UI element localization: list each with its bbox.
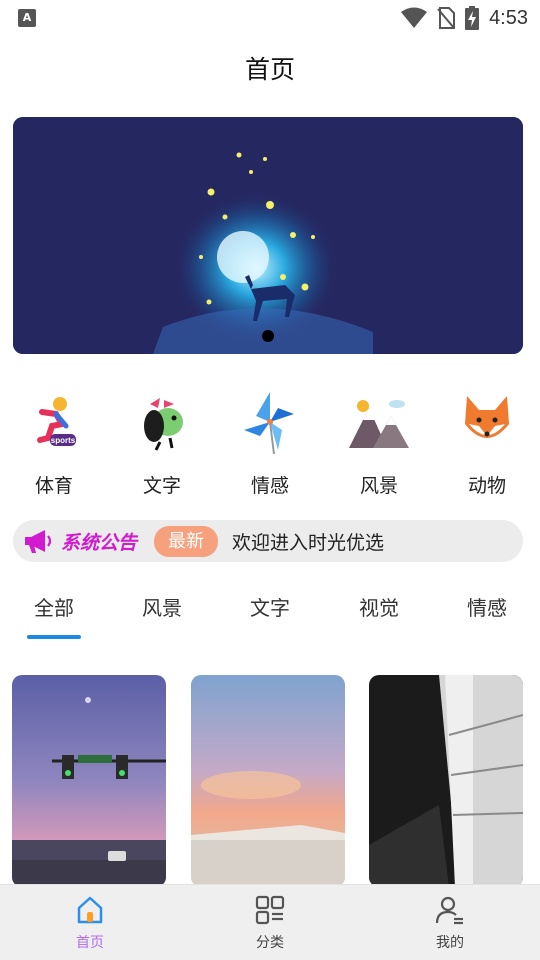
category-row: sports 体育 文字 情感 风景 动物 (0, 390, 540, 500)
subway-station-photo (369, 675, 523, 887)
mountain-icon (349, 400, 409, 448)
status-icons: 4:53 (401, 4, 528, 32)
category-text[interactable]: 文字 (122, 390, 202, 498)
svg-text:sports: sports (51, 436, 76, 445)
no-sim-icon (437, 7, 456, 29)
category-label: 情感 (250, 475, 289, 497)
category-label: 动物 (467, 475, 506, 497)
tab-text[interactable]: 文字 (230, 592, 310, 621)
category-animals[interactable]: 动物 (447, 390, 527, 498)
fox-icon (465, 396, 509, 438)
megaphone-icon (25, 530, 52, 553)
category-label: 体育 (34, 475, 73, 497)
announcement-bar[interactable]: 系统公告 最新 欢迎进入时光优选 (13, 520, 523, 562)
status-bar: A 4:53 (0, 0, 540, 36)
announcement-title: 系统公告 (61, 532, 138, 554)
wallpaper-card[interactable] (191, 675, 345, 887)
content-tabs: 全部 风景 文字 视觉 情感 (0, 592, 540, 642)
tab-emotion[interactable]: 情感 (447, 592, 527, 621)
tab-all[interactable]: 全部 (14, 592, 94, 621)
pinwheel-icon (244, 392, 294, 455)
wifi-icon (401, 7, 428, 28)
home-icon (77, 896, 103, 924)
keyboard-notification-icon: A (18, 9, 36, 27)
category-sports[interactable]: sports 体育 (14, 390, 94, 498)
new-badge: 最新 (154, 526, 218, 557)
nav-label: 我的 (436, 935, 464, 951)
nav-category[interactable]: 分类 (210, 895, 330, 952)
nav-home[interactable]: 首页 (30, 895, 150, 952)
nav-label: 首页 (76, 935, 104, 951)
sunset-building-photo (191, 675, 345, 887)
status-time: 4:53 (489, 6, 528, 29)
nav-profile[interactable]: 我的 (390, 895, 510, 952)
nav-label: 分类 (256, 935, 284, 951)
wallpaper-card[interactable] (369, 675, 523, 887)
category-label: 文字 (142, 475, 181, 497)
user-icon (435, 896, 463, 925)
sports-icon: sports (37, 397, 76, 446)
category-label: 风景 (359, 475, 398, 497)
tab-visual[interactable]: 视觉 (339, 592, 419, 621)
wallpaper-card[interactable] (12, 675, 166, 887)
page-title: 首页 (244, 55, 295, 84)
category-scenery[interactable]: 风景 (339, 390, 419, 498)
text-dino-icon (144, 398, 183, 451)
street-photo (12, 675, 166, 887)
tab-active-indicator (27, 635, 81, 639)
announcement-text: 欢迎进入时光优选 (232, 532, 385, 554)
banner-image (13, 117, 523, 354)
category-emotion[interactable]: 情感 (230, 390, 310, 498)
banner-carousel[interactable] (13, 117, 523, 354)
tab-scenery[interactable]: 风景 (122, 592, 202, 621)
battery-charging-icon (465, 6, 480, 30)
bottom-navigation: 首页 分类 我的 (0, 884, 540, 960)
category-icon (255, 895, 285, 925)
